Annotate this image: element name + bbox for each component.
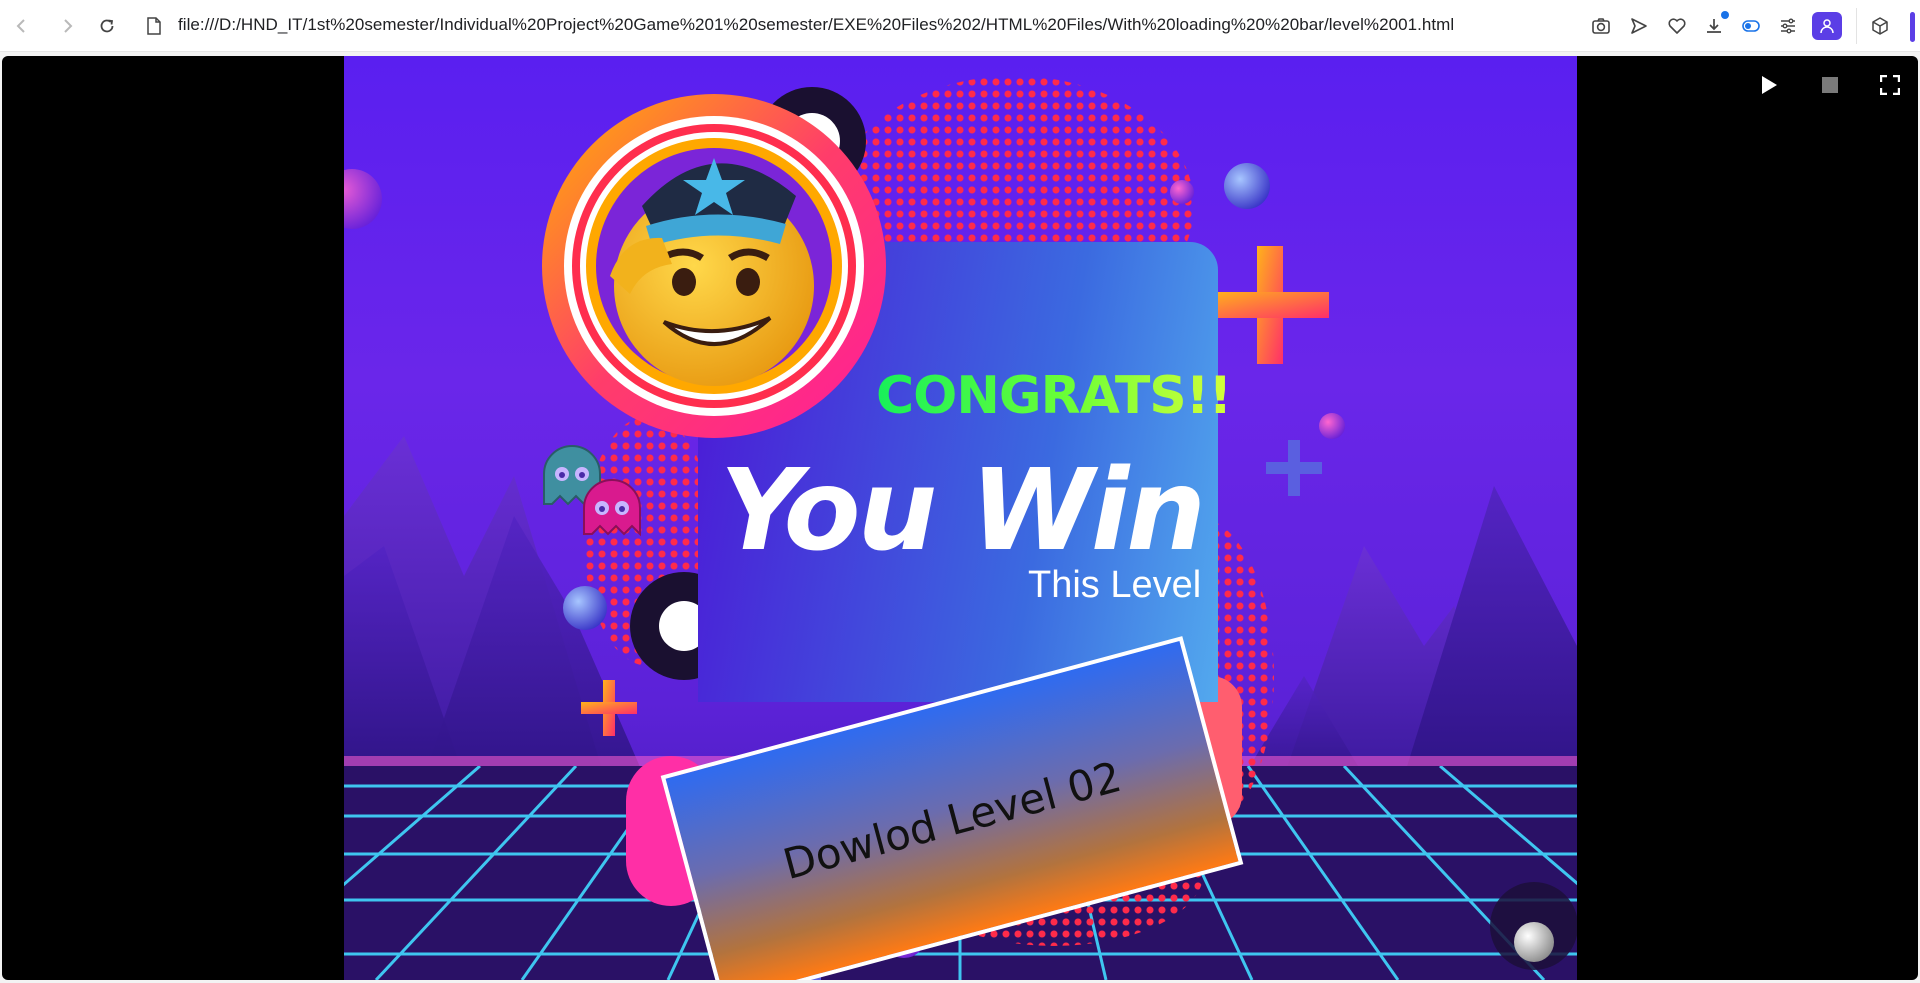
- saluting-emoji-badge: [542, 94, 886, 438]
- you-win-title: You Win: [720, 446, 1206, 576]
- profile-icon: [1820, 19, 1834, 34]
- congrats-heading: CONGRATS!!: [876, 366, 1232, 426]
- address-bar[interactable]: file:///D:/HND_IT/1st%20semester/Individ…: [178, 15, 1454, 35]
- fullscreen-icon: [1880, 75, 1900, 95]
- reload-icon: [100, 19, 114, 33]
- orb-blue: [1224, 163, 1270, 209]
- stop-icon: [1822, 77, 1838, 93]
- play-icon: [1762, 76, 1777, 94]
- play-button[interactable]: [1756, 72, 1782, 98]
- send-icon[interactable]: [1628, 15, 1650, 37]
- sliders-icon[interactable]: [1777, 15, 1799, 37]
- download-badge: [1721, 11, 1729, 19]
- download-level-label: Dowlod Level 02: [777, 751, 1127, 889]
- cube-icon[interactable]: [1869, 15, 1891, 37]
- back-button[interactable]: [10, 14, 34, 38]
- camera-icon[interactable]: [1590, 15, 1612, 37]
- stop-button[interactable]: [1817, 72, 1843, 98]
- this-level-subtitle: This Level: [1028, 564, 1202, 606]
- toolbar-separator: [1856, 8, 1857, 44]
- ghost-icons: [543, 445, 641, 537]
- heart-icon[interactable]: [1666, 15, 1688, 37]
- reload-button[interactable]: [95, 14, 119, 38]
- fullscreen-button[interactable]: [1877, 72, 1903, 98]
- forward-button[interactable]: [55, 14, 79, 38]
- forward-arrow-icon: [64, 19, 73, 33]
- game-canvas[interactable]: CONGRATS!! You Win This Level Dowlod Lev…: [344, 56, 1577, 980]
- profile-button[interactable]: [1812, 12, 1842, 40]
- back-arrow-icon: [16, 19, 25, 33]
- browser-toolbar: file:///D:/HND_IT/1st%20semester/Individ…: [0, 0, 1920, 52]
- sidebar-edge: [1910, 12, 1915, 42]
- sidebar-toggle-icon[interactable]: [1740, 15, 1762, 37]
- download-icon[interactable]: [1703, 15, 1725, 37]
- page-viewport: CONGRATS!! You Win This Level Dowlod Lev…: [2, 56, 1918, 980]
- file-icon: [147, 17, 161, 35]
